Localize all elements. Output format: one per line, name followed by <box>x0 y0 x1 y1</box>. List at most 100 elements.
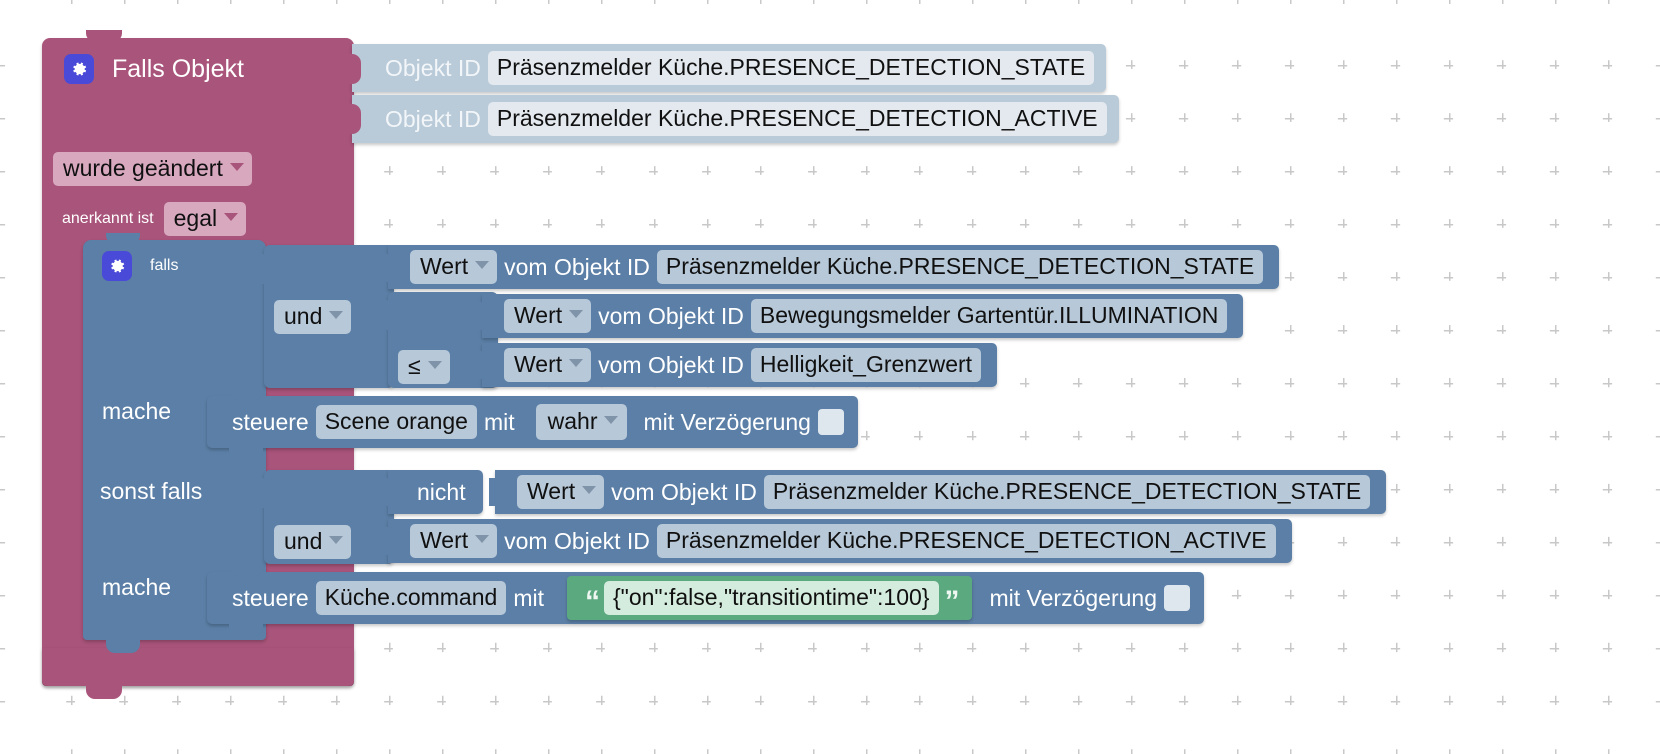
value-type-label: Wert <box>420 252 469 279</box>
control-label: steuere <box>232 584 309 611</box>
logic-operator-label: und <box>284 303 323 329</box>
from-object-label: vom Objekt ID <box>611 478 757 505</box>
from-object-label: vom Objekt ID <box>598 302 744 329</box>
value-type-label: Wert <box>420 526 469 553</box>
not-label: nicht <box>417 478 466 505</box>
gear-icon[interactable] <box>64 54 94 84</box>
from-object-label: vom Objekt ID <box>504 253 650 280</box>
control-statement-block-2[interactable]: steuere Küche.command mit “ {"on":false,… <box>207 572 1204 624</box>
value-type-dropdown-1[interactable]: Wert <box>410 249 498 285</box>
text-string-field[interactable]: {"on":false,"transitiontime":100} <box>603 580 939 616</box>
delay-label: mit Verzögerung <box>989 584 1157 611</box>
object-id-value-field[interactable]: Präsenzmelder Küche.PRESENCE_DETECTION_S… <box>656 249 1264 285</box>
chevron-down-icon <box>569 358 584 367</box>
logic-and-socket-2 <box>257 478 271 508</box>
if-header: falls <box>102 251 178 281</box>
control-value-label: wahr <box>547 407 598 434</box>
trigger-title: Falls Objekt <box>112 54 244 83</box>
object-id-socket-2 <box>347 104 361 134</box>
value-type-dropdown-2[interactable]: Wert <box>504 298 592 334</box>
compare-operator-dropdown[interactable]: ≤ <box>398 350 450 385</box>
control-target-field[interactable]: Scene orange <box>315 404 477 440</box>
chevron-down-icon <box>427 361 442 370</box>
if-label: falls <box>150 257 179 274</box>
chevron-down-icon <box>569 309 584 318</box>
value-type-dropdown-4[interactable]: Wert <box>517 474 605 510</box>
get-value-block-3[interactable]: Wert vom Objekt ID Helligkeit_Grenzwert <box>482 343 998 387</box>
object-id-label: Objekt ID <box>385 105 481 132</box>
control-statement-block-1[interactable]: steuere Scene orange mit wahr mit Verzög… <box>207 396 858 448</box>
chevron-down-icon <box>475 534 490 543</box>
trigger-header: Falls Objekt <box>64 54 244 84</box>
text-string-block[interactable]: “ {"on":false,"transitiontime":100} ” <box>566 576 972 620</box>
value-type-label: Wert <box>514 301 563 328</box>
delay-input-field[interactable] <box>1163 585 1190 611</box>
object-id-value-field[interactable]: Präsenzmelder Küche.PRESENCE_DETECTION_S… <box>763 474 1371 510</box>
chevron-down-icon <box>582 485 597 494</box>
get-value-block-1[interactable]: Wert vom Objekt ID Präsenzmelder Küche.P… <box>388 245 1280 289</box>
quote-close-icon: ” <box>944 585 960 618</box>
object-id-block-1[interactable]: Objekt ID Präsenzmelder Küche.PRESENCE_D… <box>352 44 1107 92</box>
delay-input-field[interactable] <box>817 409 844 435</box>
control-statement-top-notch-1 <box>229 390 263 400</box>
object-id-value-field[interactable]: Helligkeit_Grenzwert <box>750 347 982 383</box>
object-id-value-field[interactable]: Präsenzmelder Küche.PRESENCE_DETECTION_S… <box>487 50 1095 86</box>
blockly-workspace[interactable]: Falls Objekt Objekt ID Präsenzmelder Küc… <box>0 0 1660 754</box>
ack-row: anerkannt ist egal <box>62 202 247 237</box>
object-id-value-field[interactable]: Präsenzmelder Küche.PRESENCE_DETECTION_A… <box>656 523 1276 559</box>
control-target-field[interactable]: Küche.command <box>315 580 507 616</box>
object-id-socket-1 <box>347 54 361 84</box>
value-type-dropdown-3[interactable]: Wert <box>504 347 592 383</box>
logic-and-socket-1 <box>257 254 271 284</box>
else-if-label: sonst falls <box>100 478 203 504</box>
with-label: mit <box>483 408 515 435</box>
gear-icon[interactable] <box>102 251 132 281</box>
value-type-label: Wert <box>514 350 563 377</box>
quote-open-icon: “ <box>584 585 600 618</box>
ack-value: egal <box>173 205 218 231</box>
with-label: mit <box>513 584 544 611</box>
object-id-value-field[interactable]: Präsenzmelder Küche.PRESENCE_DETECTION_A… <box>487 101 1107 137</box>
get-value-socket-3 <box>476 351 490 379</box>
logic-operator-dropdown-2[interactable]: und <box>274 525 352 560</box>
control-value-dropdown[interactable]: wahr <box>535 403 628 441</box>
trigger-block-foot[interactable] <box>42 648 354 686</box>
chevron-down-icon <box>475 260 490 269</box>
value-type-dropdown-5[interactable]: Wert <box>410 523 498 559</box>
delay-label: mit Verzögerung <box>643 408 811 435</box>
control-statement-bottom-notch-2 <box>229 624 263 636</box>
control-statement-bottom-notch-1 <box>229 448 263 460</box>
object-id-value-field[interactable]: Bewegungsmelder Gartentür.ILLUMINATION <box>750 298 1228 334</box>
chevron-down-icon <box>604 415 619 424</box>
get-value-socket-4 <box>489 478 503 506</box>
ack-dropdown[interactable]: egal <box>163 202 247 237</box>
chevron-down-icon <box>329 311 344 320</box>
value-type-label: Wert <box>527 477 576 504</box>
trigger-bottom-notch <box>86 686 122 699</box>
change-mode-label: wurde geändert <box>63 155 223 181</box>
get-value-block-4[interactable]: Wert vom Objekt ID Präsenzmelder Küche.P… <box>495 470 1387 514</box>
compare-socket <box>382 300 396 330</box>
blocks-layer: Falls Objekt Objekt ID Präsenzmelder Küc… <box>0 0 1660 754</box>
change-mode-dropdown[interactable]: wurde geändert <box>53 152 252 187</box>
control-statement-top-notch-2 <box>229 566 263 576</box>
object-id-block-2[interactable]: Objekt ID Präsenzmelder Küche.PRESENCE_D… <box>352 95 1119 143</box>
controls-if-top-notch <box>106 233 140 244</box>
compare-operator-label: ≤ <box>408 353 421 379</box>
logic-operator-label: und <box>284 528 323 554</box>
logic-not-socket <box>382 478 396 506</box>
chevron-down-icon <box>229 163 244 172</box>
chevron-down-icon <box>329 536 344 545</box>
get-value-socket-2 <box>476 302 490 330</box>
logic-operator-dropdown-1[interactable]: und <box>274 300 352 335</box>
control-label: steuere <box>232 408 309 435</box>
logic-not-block[interactable]: nicht <box>388 470 483 514</box>
get-value-block-2[interactable]: Wert vom Objekt ID Bewegungsmelder Garte… <box>482 294 1244 338</box>
ack-label: anerkannt ist <box>62 210 154 228</box>
trigger-top-notch <box>86 30 122 42</box>
get-value-block-5[interactable]: Wert vom Objekt ID Präsenzmelder Küche.P… <box>388 519 1292 563</box>
do-label-1: mache <box>102 398 172 424</box>
object-id-label: Objekt ID <box>385 54 481 81</box>
chevron-down-icon <box>224 213 239 222</box>
controls-if-bottom-notch <box>106 640 140 653</box>
